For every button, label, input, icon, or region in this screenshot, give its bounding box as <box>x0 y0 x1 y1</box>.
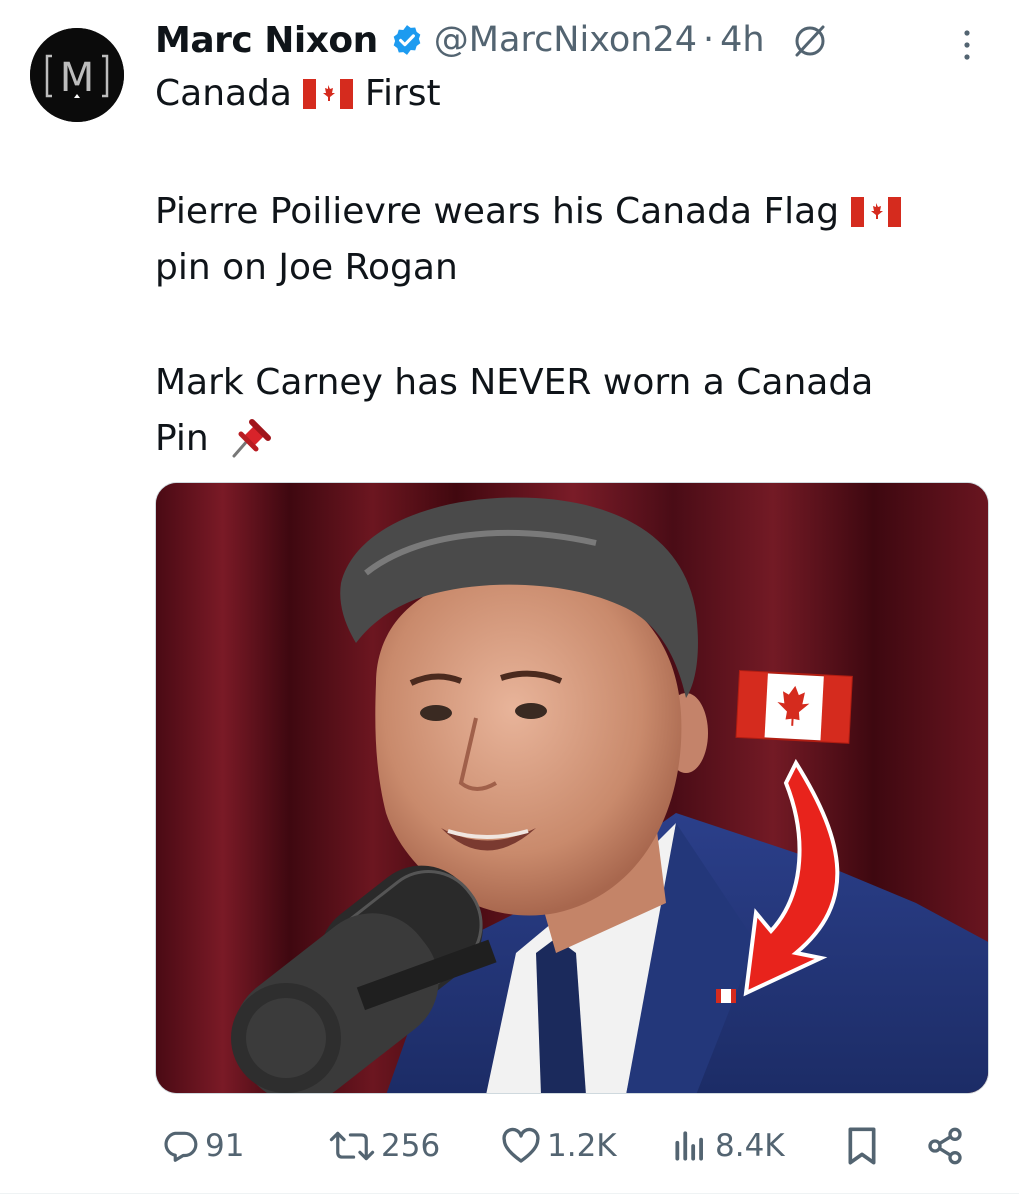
avatar-logo-icon: M <box>30 28 124 122</box>
canada-flag-emoji <box>303 70 354 109</box>
verified-badge-icon[interactable] <box>390 23 424 57</box>
post-text: Canada <box>155 73 292 114</box>
canada-flag-emoji <box>850 188 901 227</box>
post-photo <box>156 483 988 1093</box>
like-button[interactable]: 1.2K <box>501 1118 617 1174</box>
post-text-line-5: Pin <box>155 411 272 467</box>
post-text: Pin <box>155 418 209 459</box>
views-count: 8.4K <box>715 1128 785 1164</box>
post-text-line-4: Mark Carney has NEVER worn a Canada <box>155 362 874 403</box>
post-text-line-2: Pierre Poilievre wears his Canada Flag <box>155 184 901 240</box>
author-handle[interactable]: @MarcNixon24 <box>434 20 697 60</box>
post-text-line-1: Canada First <box>155 66 441 122</box>
pushpin-emoji <box>228 416 272 460</box>
separator-dot: · <box>702 20 715 60</box>
like-count: 1.2K <box>547 1128 617 1164</box>
avatar[interactable]: M <box>30 28 124 122</box>
repost-button[interactable]: 256 <box>329 1118 440 1174</box>
post-text: First <box>364 73 441 114</box>
grok-icon[interactable] <box>791 21 829 59</box>
reply-icon <box>164 1131 198 1162</box>
views-button[interactable]: 8.4K <box>671 1118 785 1174</box>
repost-count: 256 <box>381 1128 441 1164</box>
heart-icon <box>502 1127 540 1163</box>
more-options-icon[interactable] <box>955 26 979 64</box>
post-actions: 91 256 1.2K 8.4K <box>155 1118 989 1174</box>
author-name[interactable]: Marc Nixon <box>155 20 378 61</box>
bookmark-button[interactable] <box>845 1118 879 1174</box>
post-header: Marc Nixon @MarcNixon24 · 4h <box>155 16 829 64</box>
bookmark-icon <box>848 1127 876 1165</box>
post-text-line-3: pin on Joe Rogan <box>155 247 458 288</box>
post-text: Pierre Poilievre wears his Canada Flag <box>155 191 840 232</box>
reply-button[interactable]: 91 <box>161 1118 244 1174</box>
post-image[interactable] <box>155 482 989 1094</box>
share-icon <box>928 1127 962 1165</box>
repost-icon <box>329 1131 375 1161</box>
views-icon <box>675 1131 703 1161</box>
share-button[interactable] <box>925 1118 965 1174</box>
divider <box>0 1193 1019 1194</box>
post-timestamp[interactable]: 4h <box>720 20 764 60</box>
reply-count: 91 <box>205 1128 245 1164</box>
